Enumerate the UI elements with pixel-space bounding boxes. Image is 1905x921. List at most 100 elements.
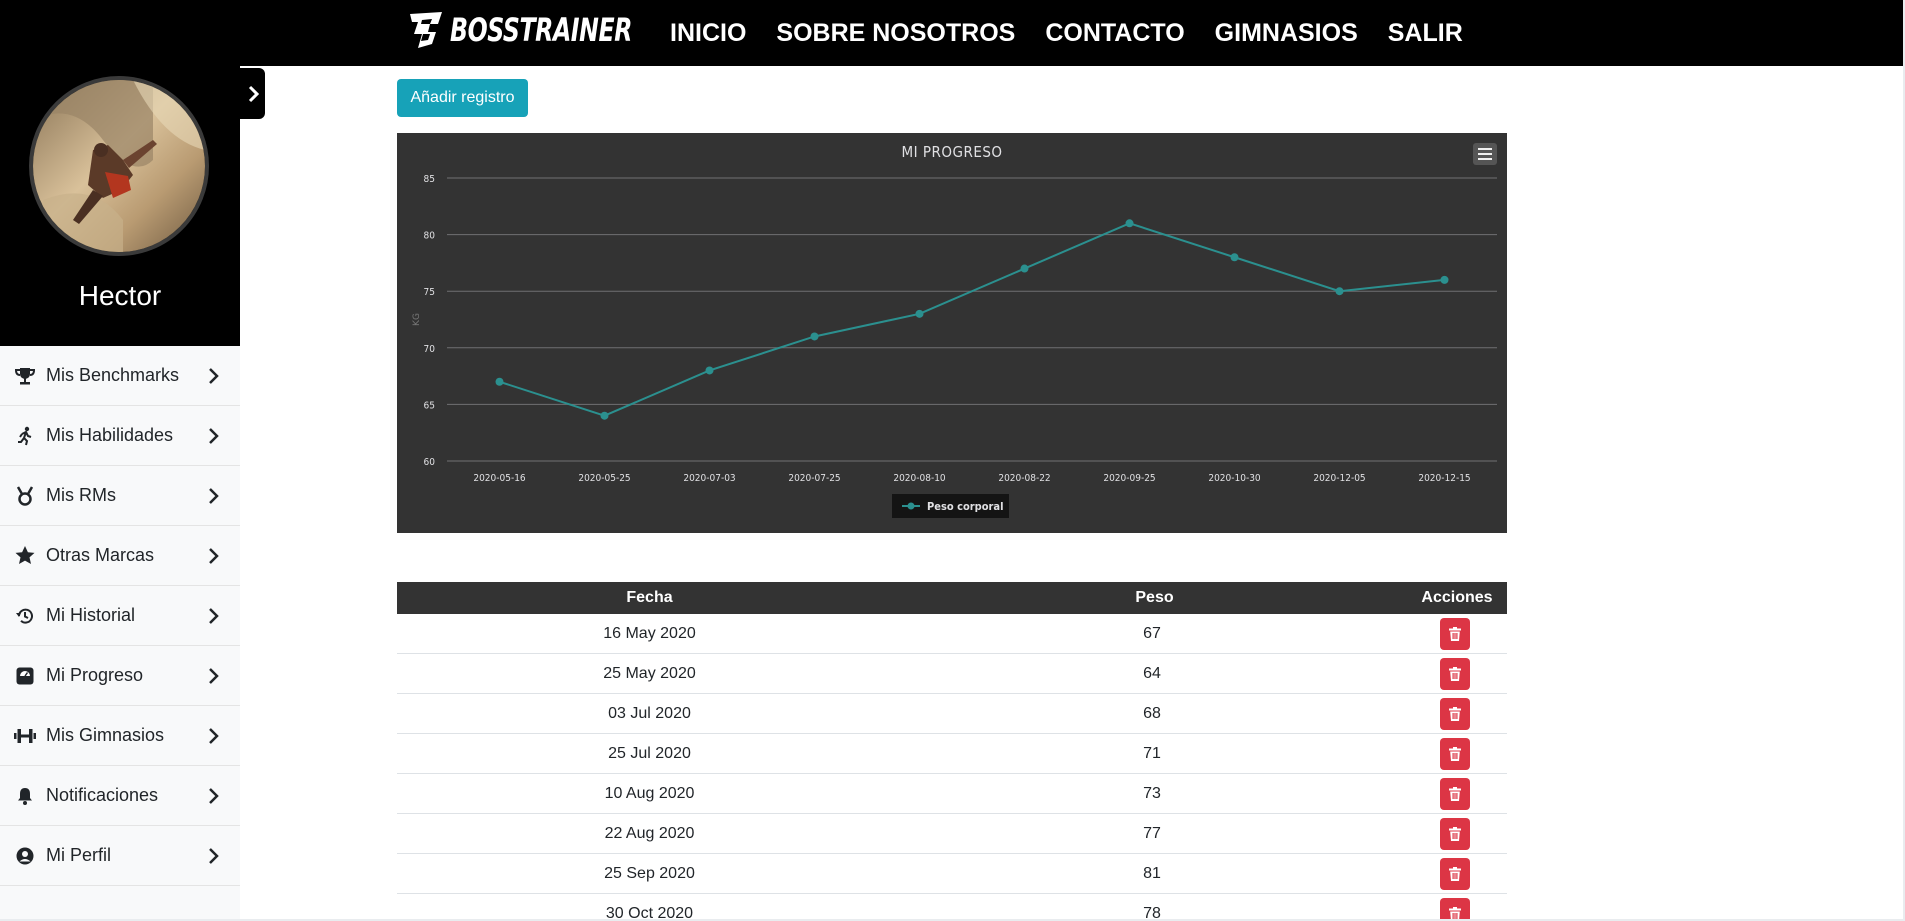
chevron-right-icon xyxy=(209,368,219,384)
y-tick-label: 70 xyxy=(424,344,436,355)
table-row: 16 May 2020 67 xyxy=(397,614,1507,654)
delete-button[interactable] xyxy=(1439,737,1470,770)
cell-peso: 77 xyxy=(1143,824,1161,842)
table-row: 25 Sep 2020 81 xyxy=(397,854,1507,894)
add-record-button[interactable]: Añadir registro xyxy=(397,79,528,117)
sidebar-item-label: Notificaciones xyxy=(46,785,159,805)
bosstrainer-logo-icon xyxy=(410,12,442,48)
table-row: 25 May 2020 64 xyxy=(397,654,1507,694)
nav-sobre-nosotros[interactable]: SOBRE NOSOTROS xyxy=(776,19,1015,48)
nav-salir[interactable]: SALIR xyxy=(1388,19,1463,48)
data-point xyxy=(810,332,819,341)
data-point xyxy=(495,377,504,386)
x-tick-label: 2020-07-03 xyxy=(683,473,735,484)
sidebar-item-mi-historial[interactable]: Mi Historial xyxy=(0,586,240,646)
trash-icon xyxy=(1448,826,1461,841)
y-tick-label: 80 xyxy=(424,231,436,242)
brand-name: BOSSTRAINER xyxy=(450,11,633,49)
cell-acciones xyxy=(1402,657,1507,690)
chevron-right-icon xyxy=(209,848,219,864)
sidebar-item-mi-progreso[interactable]: Mi Progreso xyxy=(0,646,240,706)
sidebar-item-mis-benchmarks[interactable]: Mis Benchmarks xyxy=(0,346,240,406)
delete-button[interactable] xyxy=(1439,617,1470,650)
cell-peso: 67 xyxy=(1143,624,1161,642)
cell-fecha: 25 May 2020 xyxy=(603,664,696,682)
cell-peso: 64 xyxy=(1143,664,1161,682)
main-nav: INICIO SOBRE NOSOTROS CONTACTO GIMNASIOS… xyxy=(670,0,1493,66)
trash-icon xyxy=(1448,706,1461,721)
chevron-right-icon xyxy=(209,428,219,444)
sidebar-item-label: Mi Historial xyxy=(46,605,136,625)
chevron-right-icon xyxy=(209,488,219,504)
column-header-fecha: Fecha xyxy=(626,589,673,606)
x-tick-label: 2020-07-25 xyxy=(788,473,840,484)
delete-button[interactable] xyxy=(1439,657,1470,690)
chevron-right-icon xyxy=(209,608,219,624)
cell-peso: 81 xyxy=(1143,864,1161,882)
nav-inicio[interactable]: INICIO xyxy=(670,19,746,48)
chevron-right-icon xyxy=(209,728,219,744)
chevron-right-icon xyxy=(209,548,219,564)
delete-button[interactable] xyxy=(1439,697,1470,730)
trash-icon xyxy=(1448,626,1461,641)
x-tick-label: 2020-08-22 xyxy=(998,473,1050,484)
data-point xyxy=(1020,264,1029,273)
dumbbell-icon xyxy=(14,725,36,747)
table-row: 25 Jul 2020 71 xyxy=(397,734,1507,774)
sidebar-item-mis-rms[interactable]: Mis RMs xyxy=(0,466,240,526)
series-line xyxy=(499,222,1445,417)
progress-table: Fecha Peso Acciones 16 May 2020 67 25 May … xyxy=(397,582,1507,921)
sidebar-item-otras-marcas[interactable]: Otras Marcas xyxy=(0,526,240,586)
cell-fecha: 22 Aug 2020 xyxy=(604,824,695,842)
table-row: 10 Aug 2020 73 xyxy=(397,774,1507,814)
weight-scale-icon xyxy=(14,665,36,687)
trophy-icon xyxy=(14,365,36,387)
avatar-image xyxy=(33,80,205,252)
sidebar-item-label: Mis Habilidades xyxy=(46,425,174,445)
data-point xyxy=(705,366,714,375)
x-tick-label: 2020-08-10 xyxy=(893,473,946,484)
sidebar-item-mis-habilidades[interactable]: Mis Habilidades xyxy=(0,406,240,466)
cell-fecha: 25 Sep 2020 xyxy=(604,864,695,882)
sidebar-toggle-button[interactable] xyxy=(240,68,265,119)
x-tick-label: 2020-05-16 xyxy=(473,473,526,484)
column-header-peso: Peso xyxy=(1135,589,1174,606)
y-axis-label: KG xyxy=(412,313,422,326)
delete-button[interactable] xyxy=(1439,817,1470,850)
cell-acciones xyxy=(1402,697,1507,730)
cell-acciones xyxy=(1402,737,1507,770)
brand-logo[interactable]: BOSSTRAINER xyxy=(408,8,672,52)
data-point xyxy=(1335,287,1344,296)
sidebar-item-notificaciones[interactable]: Notificaciones xyxy=(0,766,240,826)
y-tick-label: 75 xyxy=(424,287,435,298)
history-icon xyxy=(14,605,36,627)
sidebar-item-label: Mi Perfil xyxy=(46,845,112,865)
avatar xyxy=(29,76,209,256)
table-row: 22 Aug 2020 77 xyxy=(397,814,1507,854)
x-tick-label: 2020-09-25 xyxy=(1103,473,1155,484)
medal-icon xyxy=(14,485,36,507)
cell-fecha: 03 Jul 2020 xyxy=(608,704,691,722)
chart-context-menu-button[interactable] xyxy=(1473,143,1497,165)
x-tick-label: 2020-12-15 xyxy=(1418,473,1470,484)
cell-acciones xyxy=(1402,617,1507,650)
cell-fecha: 16 May 2020 xyxy=(603,624,696,642)
sidebar-item-mi-perfil[interactable]: Mi Perfil xyxy=(0,826,240,886)
cell-fecha: 10 Aug 2020 xyxy=(604,784,695,802)
bell-icon xyxy=(14,785,36,807)
nav-gimnasios[interactable]: GIMNASIOS xyxy=(1215,19,1358,48)
data-point xyxy=(915,309,924,318)
progress-chart: MI PROGRESO 60 65 70 75 80 85 KG 2020-05-16 2020-… xyxy=(397,133,1507,533)
sidebar-item-mis-gimnasios[interactable]: Mis Gimnasios xyxy=(0,706,240,766)
delete-button[interactable] xyxy=(1439,897,1470,921)
delete-button[interactable] xyxy=(1439,777,1470,810)
top-navbar: BOSSTRAINER INICIO SOBRE NOSOTROS CONTAC… xyxy=(0,0,1903,66)
sidebar-item-label: Mi Progreso xyxy=(46,665,144,685)
profile-name: Hector xyxy=(78,280,162,311)
trash-icon xyxy=(1448,746,1461,761)
progress-chart-svg: MI PROGRESO 60 65 70 75 80 85 KG 2020-05-16 2020-… xyxy=(412,143,1497,518)
nav-contacto[interactable]: CONTACTO xyxy=(1045,19,1184,48)
cell-acciones xyxy=(1402,897,1507,921)
delete-button[interactable] xyxy=(1439,857,1470,890)
x-tick-label: 2020-05-25 xyxy=(578,473,630,484)
